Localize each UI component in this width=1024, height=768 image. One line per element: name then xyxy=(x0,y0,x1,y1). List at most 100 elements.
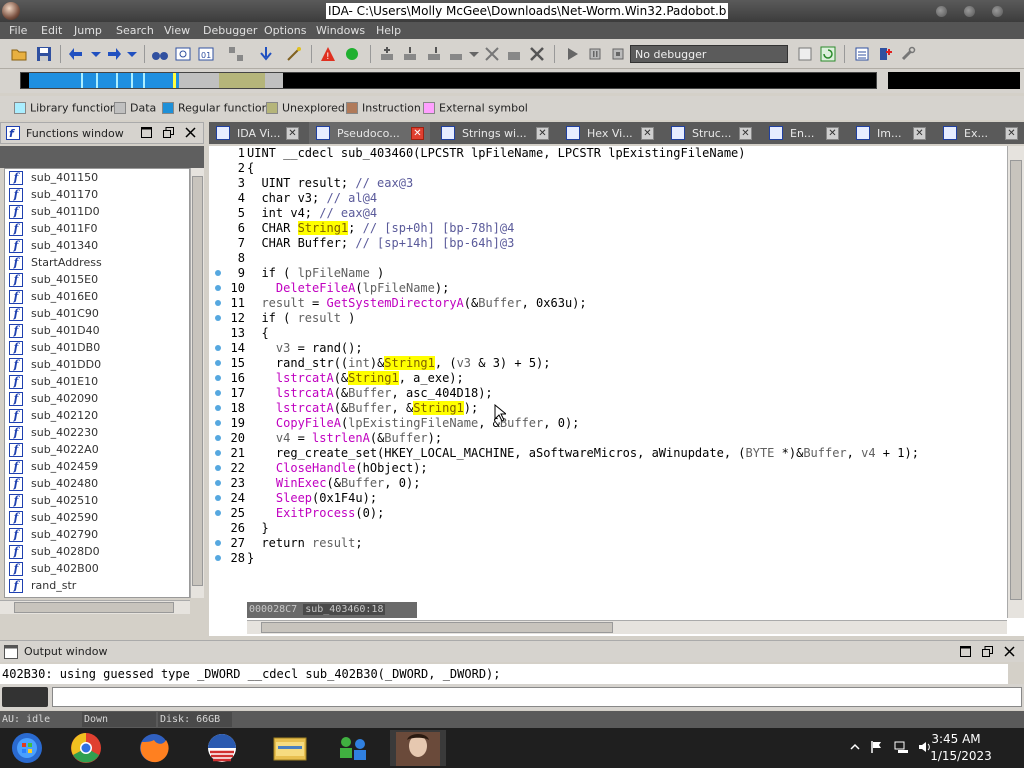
breakpoint-marker-icon[interactable] xyxy=(215,420,221,426)
add-string-icon[interactable] xyxy=(426,46,442,62)
breakpoint-marker-icon[interactable] xyxy=(215,450,221,456)
menu-file[interactable]: File xyxy=(9,24,27,37)
tab-structures[interactable]: Struc... ✕ xyxy=(664,122,758,144)
delete-x-icon[interactable] xyxy=(529,46,545,62)
function-list-item[interactable]: f sub_402090 xyxy=(5,391,189,408)
tab-ida-view[interactable]: IDA Vi... ✕ xyxy=(209,122,305,144)
menu-help[interactable]: Help xyxy=(376,24,401,37)
breakpoint-marker-icon[interactable] xyxy=(215,495,221,501)
menu-edit[interactable]: Edit xyxy=(41,24,62,37)
close-button[interactable] xyxy=(992,6,1003,17)
binoculars-icon[interactable] xyxy=(152,46,168,62)
function-list-item[interactable]: f sub_4015E0 xyxy=(5,272,189,289)
pseudocode-horizontal-scrollbar[interactable] xyxy=(247,620,1007,634)
function-list-item[interactable]: f StartAddress xyxy=(5,255,189,272)
minimize-button[interactable] xyxy=(936,6,947,17)
tab-enums[interactable]: En... ✕ xyxy=(762,122,845,144)
float-pane-icon[interactable] xyxy=(982,646,993,657)
chevron-down-icon[interactable] xyxy=(88,46,104,62)
scrollbar-thumb[interactable] xyxy=(1010,160,1022,600)
breakpoint-marker-icon[interactable] xyxy=(215,405,221,411)
breakpoint-marker-icon[interactable] xyxy=(215,435,221,441)
debugger-option-icon[interactable] xyxy=(797,46,813,62)
search-text-icon[interactable] xyxy=(175,46,191,62)
function-list-item[interactable]: f sub_402480 xyxy=(5,476,189,493)
pseudocode-vertical-scrollbar[interactable] xyxy=(1007,146,1024,618)
function-list-item[interactable]: f sub_401E10 xyxy=(5,374,189,391)
function-list-item[interactable]: f sub_4011D0 xyxy=(5,204,189,221)
magic-wand-icon[interactable] xyxy=(286,46,302,62)
tab-close-icon[interactable]: ✕ xyxy=(286,127,299,140)
function-list-item[interactable]: f sub_402B00 xyxy=(5,561,189,578)
firefox-icon[interactable] xyxy=(126,730,182,766)
scrollbar-thumb[interactable] xyxy=(192,176,203,586)
functions-horizontal-scrollbar[interactable] xyxy=(0,600,190,614)
function-list-item[interactable]: f sub_402230 xyxy=(5,425,189,442)
breakpoint-marker-icon[interactable] xyxy=(215,465,221,471)
chevron-down-icon[interactable] xyxy=(124,46,140,62)
function-list-item[interactable]: f sub_401DB0 xyxy=(5,340,189,357)
tab-close-icon[interactable]: ✕ xyxy=(641,127,654,140)
breakpoint-marker-icon[interactable] xyxy=(215,390,221,396)
function-list-item[interactable]: f sub_4028D0 xyxy=(5,544,189,561)
functions-vertical-scrollbar[interactable] xyxy=(190,168,204,598)
tab-imports[interactable]: Im... ✕ xyxy=(849,122,932,144)
clock-date[interactable]: 1/15/2023 xyxy=(916,749,1006,763)
output-log[interactable]: 402B30: using guessed type _DWORD __cdec… xyxy=(0,664,1008,684)
float-pane-icon[interactable] xyxy=(163,127,174,138)
open-folder-icon[interactable] xyxy=(11,46,27,62)
refresh-icon[interactable] xyxy=(820,46,836,62)
menu-jump[interactable]: Jump xyxy=(74,24,102,37)
tab-close-icon[interactable]: ✕ xyxy=(739,127,752,140)
function-list-item[interactable]: f sub_401C90 xyxy=(5,306,189,323)
function-list-item[interactable]: f sub_402590 xyxy=(5,510,189,527)
jump-down-icon[interactable] xyxy=(258,46,274,62)
action-center-flag-icon[interactable] xyxy=(870,740,884,754)
function-list-item[interactable]: f sub_402459 xyxy=(5,459,189,476)
network-people-icon[interactable] xyxy=(326,730,382,766)
start-button-icon[interactable] xyxy=(0,730,56,766)
tab-close-icon[interactable]: ✕ xyxy=(826,127,839,140)
breakpoint-marker-icon[interactable] xyxy=(215,300,221,306)
file-explorer-icon[interactable] xyxy=(262,730,318,766)
undefine-icon[interactable] xyxy=(484,46,500,62)
play-icon[interactable] xyxy=(564,46,580,62)
breakpoint-marker-icon[interactable] xyxy=(215,360,221,366)
add-array-icon[interactable] xyxy=(448,46,464,62)
close-pane-icon[interactable] xyxy=(1004,646,1015,657)
command-language-button[interactable] xyxy=(2,687,48,707)
tab-close-icon[interactable]: ✕ xyxy=(411,127,424,140)
breakpoint-marker-icon[interactable] xyxy=(215,345,221,351)
window-list-icon[interactable] xyxy=(854,46,870,62)
network-icon[interactable] xyxy=(894,740,908,754)
graph-icon[interactable] xyxy=(228,46,244,62)
function-list-item[interactable]: f sub_4016E0 xyxy=(5,289,189,306)
search-binary-icon[interactable]: 01 xyxy=(198,46,214,62)
function-list-item[interactable]: f sub_401340 xyxy=(5,238,189,255)
function-list-item[interactable]: f sub_401DD0 xyxy=(5,357,189,374)
add-data-icon[interactable] xyxy=(402,46,418,62)
command-input[interactable] xyxy=(52,687,1022,707)
add-code-icon[interactable] xyxy=(379,46,395,62)
close-pane-icon[interactable] xyxy=(185,127,196,138)
breakpoint-marker-icon[interactable] xyxy=(215,375,221,381)
pause-icon[interactable] xyxy=(587,46,603,62)
maximize-pane-icon[interactable] xyxy=(960,646,971,657)
stop-icon[interactable] xyxy=(610,46,626,62)
tab-exports[interactable]: Ex... ✕ xyxy=(936,122,1024,144)
function-list-item[interactable]: f sub_402510 xyxy=(5,493,189,510)
chevron-down-icon[interactable] xyxy=(466,46,482,62)
tab-pseudocode[interactable]: Pseudoco... ✕ xyxy=(309,122,430,144)
menu-options[interactable]: Options xyxy=(264,24,306,37)
scrollbar-thumb[interactable] xyxy=(14,602,174,613)
function-list-item[interactable]: f sub_402790 xyxy=(5,527,189,544)
save-icon[interactable] xyxy=(36,46,52,62)
forward-arrow-icon[interactable] xyxy=(106,46,122,62)
tools-icon[interactable] xyxy=(900,46,916,62)
function-list-item[interactable]: f sub_402120 xyxy=(5,408,189,425)
navigation-band[interactable] xyxy=(20,72,877,89)
menu-view[interactable]: View xyxy=(164,24,190,37)
breakpoint-marker-icon[interactable] xyxy=(215,315,221,321)
menu-debugger[interactable]: Debugger xyxy=(203,24,257,37)
add-bookmark-icon[interactable] xyxy=(877,46,893,62)
